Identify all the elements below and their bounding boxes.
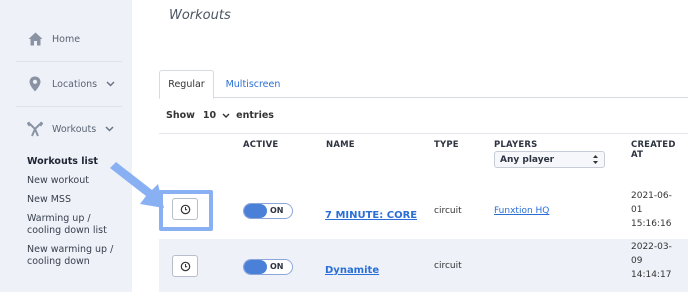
created-at-time: 15:16:16 xyxy=(631,219,672,229)
sidebar-item-home[interactable]: Home xyxy=(0,17,122,61)
submenu-warming-up-list[interactable]: Warming up / cooling down list xyxy=(27,213,127,237)
workout-type: circuit xyxy=(434,261,462,271)
tab-regular[interactable]: Regular xyxy=(159,70,214,99)
column-header-players[interactable]: PLAYERS xyxy=(494,140,537,150)
player-filter-select[interactable]: Any player xyxy=(494,151,605,168)
table-row: ON Dynamite circuit 2022-03- 09 14:14:17 xyxy=(159,239,688,292)
toggle-knob xyxy=(244,204,267,218)
workout-name-link[interactable]: 7 MINUTE: CORE xyxy=(325,210,417,221)
player-filter-value: Any player xyxy=(500,154,555,165)
created-at-day: 01 xyxy=(631,205,643,215)
active-toggle[interactable]: ON xyxy=(243,203,293,219)
workout-name-link[interactable]: Dynamite xyxy=(325,265,379,276)
chevron-down-icon xyxy=(222,113,230,118)
chevron-down-icon xyxy=(105,79,115,89)
column-header-type[interactable]: TYPE xyxy=(434,140,459,150)
column-header-name[interactable]: NAME xyxy=(326,140,355,150)
chevron-down-icon xyxy=(104,124,114,134)
sidebar-item-locations[interactable]: Locations xyxy=(0,62,122,106)
created-at-day: 09 xyxy=(631,256,643,266)
entries-control: Show 10 entries xyxy=(166,110,274,121)
created-at-date: 2022-03- xyxy=(631,242,672,252)
sidebar-item-label: Workouts xyxy=(52,123,97,135)
entries-suffix: entries xyxy=(236,110,274,121)
player-link[interactable]: Funxtion HQ xyxy=(494,206,549,216)
entries-prefix: Show xyxy=(166,110,195,121)
sidebar: Home Locations Workouts Workouts list Ne… xyxy=(0,0,132,292)
annotation-highlight-box xyxy=(159,190,213,231)
submenu-new-warming-up[interactable]: New warming up / cooling down xyxy=(27,244,127,268)
schedule-button[interactable] xyxy=(172,255,198,277)
sort-arrows-icon xyxy=(593,155,598,164)
column-header-active[interactable]: ACTIVE xyxy=(243,140,278,150)
location-pin-icon xyxy=(27,76,43,92)
active-toggle[interactable]: ON xyxy=(243,259,293,275)
toggle-label: ON xyxy=(270,262,284,271)
created-at-time: 14:14:17 xyxy=(631,270,672,280)
workout-type: circuit xyxy=(434,206,462,216)
table-divider xyxy=(159,133,688,134)
sidebar-item-label: Home xyxy=(52,33,81,45)
page-title: Workouts xyxy=(169,8,231,23)
table-row: ON 7 MINUTE: CORE circuit Funxtion HQ 20… xyxy=(159,184,688,239)
toggle-label: ON xyxy=(270,206,284,215)
tab-bar: Regular Multiscreen xyxy=(159,70,688,99)
sidebar-item-workouts[interactable]: Workouts xyxy=(0,107,122,151)
dumbbell-icon xyxy=(27,121,43,137)
tab-multiscreen[interactable]: Multiscreen xyxy=(218,70,288,98)
sidebar-item-label: Locations xyxy=(52,78,98,90)
column-header-created-at[interactable]: CREATED AT xyxy=(631,140,688,160)
home-icon xyxy=(27,31,43,47)
clock-icon xyxy=(180,261,190,271)
entries-value: 10 xyxy=(202,110,217,121)
created-at-date: 2021-06- xyxy=(631,191,672,201)
toggle-knob xyxy=(244,260,267,274)
entries-select[interactable]: 10 xyxy=(203,110,230,121)
